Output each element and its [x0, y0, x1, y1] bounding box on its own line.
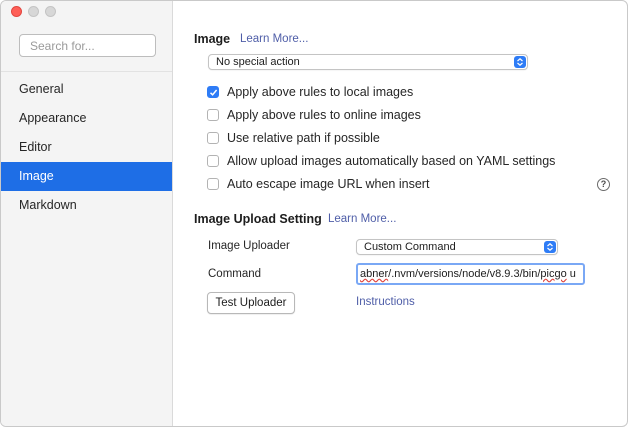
- checkbox-auto-upload-yaml[interactable]: [207, 155, 219, 167]
- checkbox-relative-path[interactable]: [207, 132, 219, 144]
- sidebar-divider: [1, 71, 172, 72]
- checkbox-label: Allow upload images automatically based …: [227, 154, 556, 168]
- checkbox-local-images[interactable]: [207, 86, 219, 98]
- checkbox-label: Apply above rules to online images: [227, 108, 421, 122]
- command-text-misspelled: picgo: [540, 268, 567, 280]
- sidebar-nav: General Appearance Editor Image Markdown: [1, 75, 172, 220]
- sidebar-item-appearance[interactable]: Appearance: [1, 104, 172, 133]
- command-input[interactable]: abner/.nvm/versions/node/v8.9.3/bin/picg…: [356, 263, 585, 285]
- command-text-misspelled: abner: [360, 268, 389, 280]
- checkmark-icon: [209, 89, 218, 96]
- checkbox-row-online[interactable]: Apply above rules to online images: [207, 108, 421, 122]
- minimize-dot-icon[interactable]: [28, 6, 39, 17]
- checkbox-auto-escape-url[interactable]: [207, 178, 219, 190]
- sidebar-item-editor[interactable]: Editor: [1, 133, 172, 162]
- close-dot-icon[interactable]: [11, 6, 22, 17]
- test-uploader-button[interactable]: Test Uploader: [207, 292, 295, 314]
- checkbox-row-escape[interactable]: Auto escape image URL when insert: [207, 177, 429, 191]
- instructions-link[interactable]: Instructions: [356, 296, 415, 308]
- sidebar: General Appearance Editor Image Markdown: [1, 1, 173, 426]
- checkbox-label: Use relative path if possible: [227, 131, 380, 145]
- image-action-select[interactable]: No special action: [208, 54, 528, 70]
- command-text: /.nvm/versions/node/v8.9.3/bin/: [388, 268, 541, 280]
- sidebar-item-image[interactable]: Image: [1, 162, 172, 191]
- checkbox-label: Apply above rules to local images: [227, 85, 414, 99]
- image-action-select-value: No special action: [216, 56, 300, 68]
- search-input[interactable]: [19, 34, 156, 57]
- upload-section-title: Image Upload Setting: [194, 212, 322, 226]
- preferences-window: General Appearance Editor Image Markdown…: [0, 0, 628, 427]
- image-section-title: Image: [194, 32, 231, 46]
- image-uploader-select[interactable]: Custom Command: [356, 239, 558, 255]
- image-uploader-label: Image Uploader: [208, 240, 290, 252]
- select-stepper-icon: [514, 56, 526, 68]
- checkbox-row-local[interactable]: Apply above rules to local images: [207, 85, 413, 99]
- image-uploader-select-value: Custom Command: [364, 241, 456, 253]
- window-controls: [11, 6, 56, 17]
- image-learn-more-link[interactable]: Learn More...: [240, 33, 308, 45]
- command-text: u: [566, 268, 576, 280]
- command-label: Command: [208, 268, 262, 280]
- upload-learn-more-link[interactable]: Learn More...: [328, 213, 396, 225]
- checkbox-row-yaml[interactable]: Allow upload images automatically based …: [207, 154, 555, 168]
- checkbox-label: Auto escape image URL when insert: [227, 177, 430, 191]
- sidebar-item-markdown[interactable]: Markdown: [1, 191, 172, 220]
- checkbox-row-relative[interactable]: Use relative path if possible: [207, 131, 380, 145]
- select-stepper-icon: [544, 241, 556, 253]
- sidebar-item-general[interactable]: General: [1, 75, 172, 104]
- settings-panel: Image Learn More... No special action Ap…: [173, 1, 627, 426]
- zoom-dot-icon[interactable]: [45, 6, 56, 17]
- help-icon[interactable]: ?: [597, 178, 610, 191]
- checkbox-online-images[interactable]: [207, 109, 219, 121]
